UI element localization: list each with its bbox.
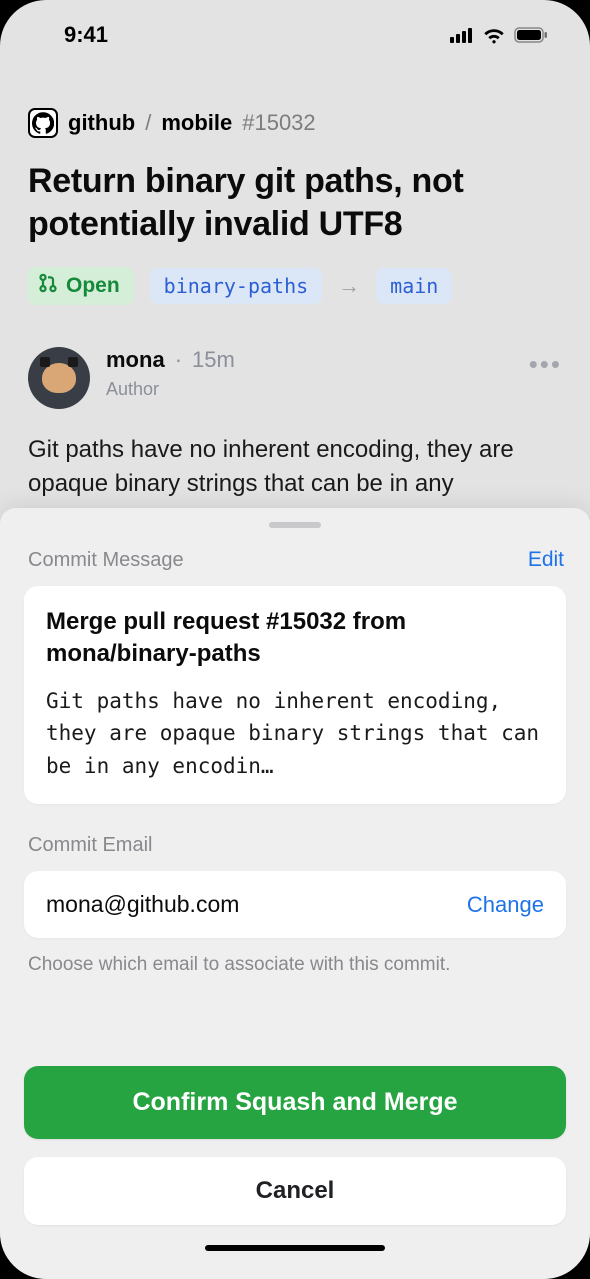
commit-email-value: mona@github.com xyxy=(46,891,239,918)
commit-message-card[interactable]: Merge pull request #15032 from mona/bina… xyxy=(24,586,566,804)
status-icons xyxy=(450,26,556,44)
status-time: 9:41 xyxy=(34,22,108,48)
commit-body: Git paths have no inherent encoding, the… xyxy=(46,685,544,783)
avatar[interactable] xyxy=(28,347,90,409)
comment-author[interactable]: mona xyxy=(106,347,165,373)
comment-body: Git paths have no inherent encoding, the… xyxy=(0,409,590,500)
status-bar: 9:41 xyxy=(0,0,590,60)
change-email-button[interactable]: Change xyxy=(467,892,544,918)
commit-email-helper: Choose which email to associate with thi… xyxy=(24,938,566,976)
wifi-icon xyxy=(482,26,506,44)
comment-timestamp: 15m xyxy=(192,347,235,373)
git-pull-request-icon xyxy=(38,273,58,299)
commit-title: Merge pull request #15032 from mona/bina… xyxy=(46,606,544,671)
commit-message-label: Commit Message xyxy=(28,549,184,572)
breadcrumb-owner[interactable]: github xyxy=(68,110,135,136)
sheet-grabber[interactable] xyxy=(269,522,321,528)
battery-icon xyxy=(514,27,548,43)
pr-comment: mona · 15m Author ••• xyxy=(0,305,590,409)
breadcrumb[interactable]: github / mobile #15032 xyxy=(0,60,590,138)
author-role-badge: Author xyxy=(106,379,513,400)
edit-commit-button[interactable]: Edit xyxy=(528,548,564,572)
commit-email-card: mona@github.com Change xyxy=(24,871,566,938)
home-indicator[interactable] xyxy=(205,1245,385,1251)
cellular-icon xyxy=(450,27,474,43)
commit-email-label: Commit Email xyxy=(28,834,152,857)
github-mark-icon xyxy=(28,108,58,138)
merge-sheet: Commit Message Edit Merge pull request #… xyxy=(0,508,590,1279)
breadcrumb-separator: / xyxy=(145,110,151,136)
arrow-right-icon: → xyxy=(338,273,360,299)
pr-title: Return binary git paths, not potentially… xyxy=(0,138,590,245)
base-ref[interactable]: main xyxy=(376,268,452,304)
pr-state-badge: Open xyxy=(28,267,134,305)
pr-state-label: Open xyxy=(66,274,120,298)
breadcrumb-repo[interactable]: mobile xyxy=(161,110,232,136)
cancel-button[interactable]: Cancel xyxy=(24,1157,566,1225)
more-options-button[interactable]: ••• xyxy=(529,347,562,380)
pr-meta-row: Open binary-paths → main xyxy=(0,245,590,305)
breadcrumb-number: #15032 xyxy=(242,110,315,136)
head-ref[interactable]: binary-paths xyxy=(150,268,323,304)
confirm-merge-button[interactable]: Confirm Squash and Merge xyxy=(24,1066,566,1139)
dot-separator: · xyxy=(175,347,182,373)
